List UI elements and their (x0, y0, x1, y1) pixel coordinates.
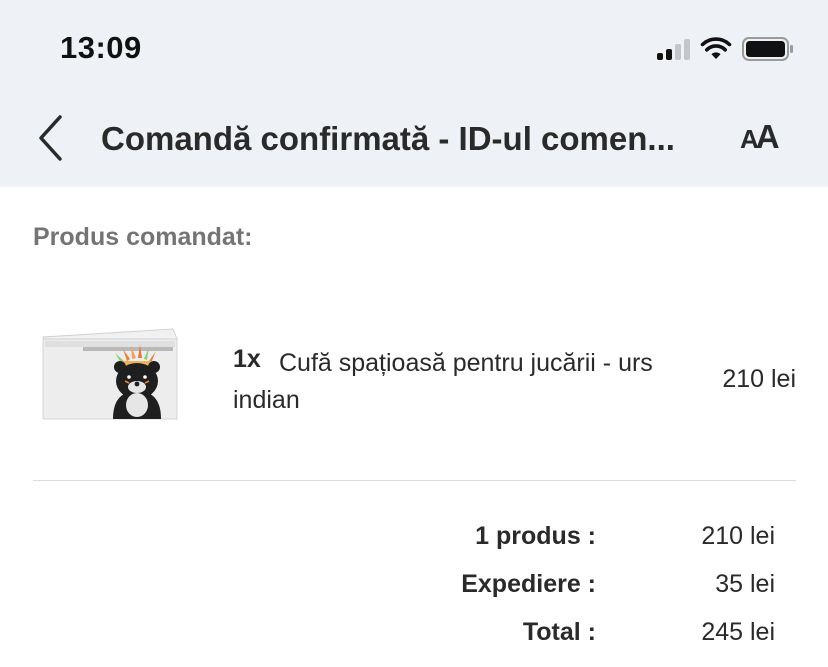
status-icons (657, 36, 794, 62)
summary-label: Total : (522, 618, 596, 646)
battery-icon (742, 37, 793, 61)
text-size-big-glyph: A (755, 118, 780, 155)
summary-label: 1 produs : (475, 522, 596, 550)
summary-row-shipping: Expediere : 35 lei (0, 570, 828, 604)
summary-row-products: 1 produs : 210 lei (0, 522, 828, 556)
summary-value: 210 lei (701, 522, 775, 550)
order-details: Produs comandat: 1x Cufă spațioasă pentr… (0, 187, 828, 667)
order-item[interactable]: 1x Cufă spațioasă pentru jucării - urs i… (33, 317, 796, 427)
text-size-button[interactable]: A A (740, 118, 780, 158)
item-price: 210 lei (722, 365, 796, 393)
status-time: 13:09 (60, 30, 142, 65)
summary-value: 245 lei (701, 618, 775, 646)
section-title: Produs comandat: (33, 223, 253, 251)
divider (33, 480, 796, 481)
back-button[interactable] (30, 112, 70, 164)
summary-label: Expediere : (461, 570, 596, 598)
chevron-left-icon (39, 115, 62, 161)
summary-value: 35 lei (715, 570, 775, 598)
wifi-icon (700, 37, 732, 59)
summary-row-total: Total : 245 lei (0, 618, 828, 652)
page-title: Comandă confirmată - ID-ul comen... (101, 120, 675, 157)
item-name: Cufă spațioasă pentru jucării - urs indi… (233, 349, 653, 414)
app-header: 13:09 Comandă confirmată - ID-ul comen..… (0, 0, 828, 187)
signal-icon (657, 38, 690, 60)
product-image (42, 328, 178, 420)
